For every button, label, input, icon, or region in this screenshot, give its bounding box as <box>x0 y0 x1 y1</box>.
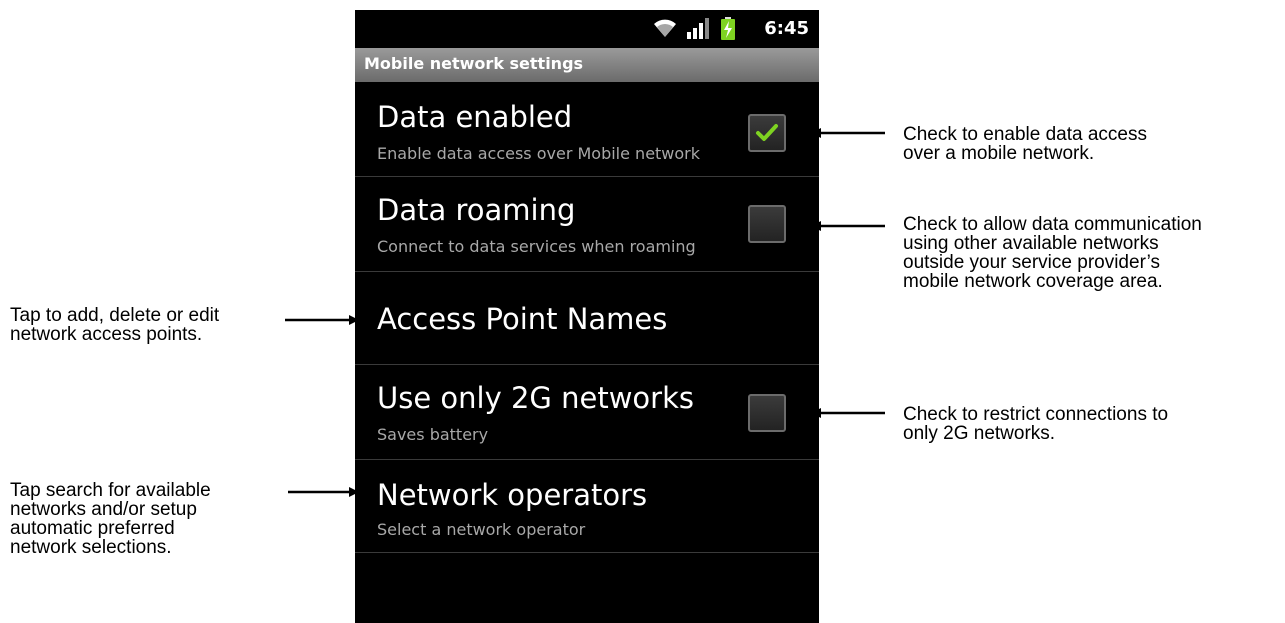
annotation-apn: Tap to add, delete or edit network acces… <box>10 305 220 345</box>
annotation-network-operators: Tap search for available networks and/or… <box>10 480 211 558</box>
annotation-data-enabled: Check to enable data access over a mobil… <box>903 124 1147 164</box>
annotation-data-roaming: Check to allow data communication using … <box>903 214 1202 292</box>
annotation-only-2g: Check to restrict connections to only 2G… <box>903 404 1169 444</box>
